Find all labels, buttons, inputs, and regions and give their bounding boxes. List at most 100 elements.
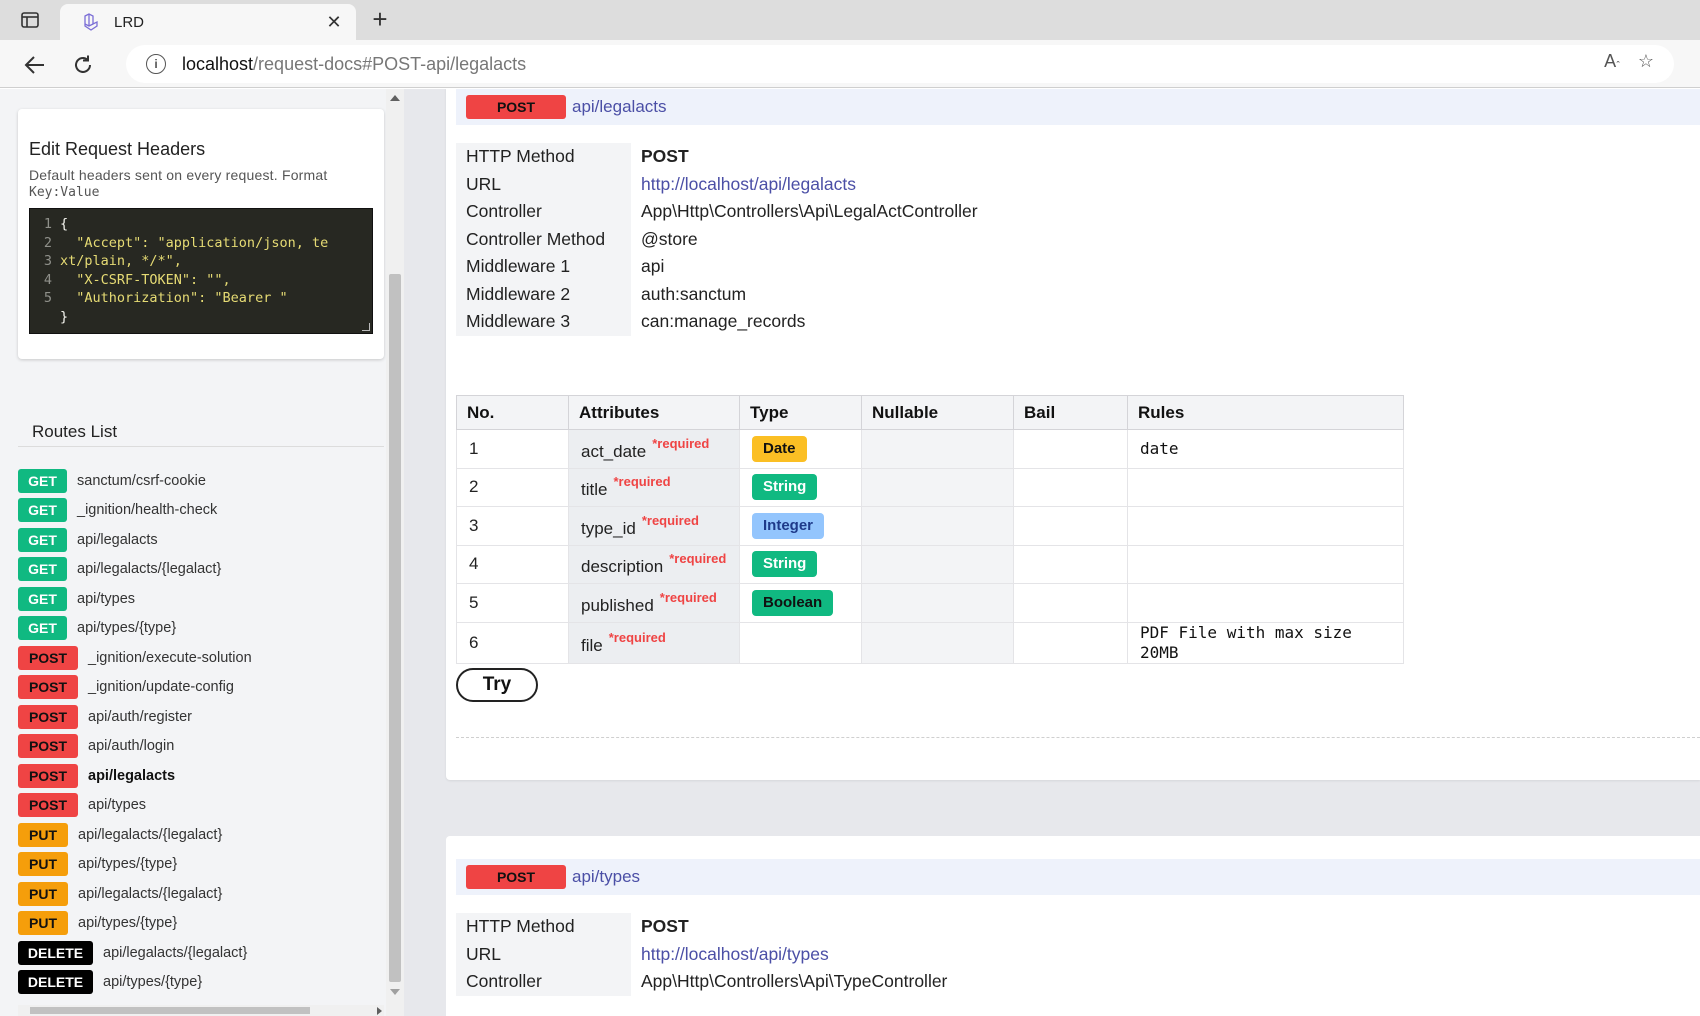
routes-list: GET sanctum/csrf-cookie GET _ignition/healt…	[18, 466, 384, 997]
type-cell: String	[739, 544, 862, 584]
route-item[interactable]: PUT api/legalacts/{legalact}	[18, 820, 384, 850]
endpoint-path[interactable]: api/types	[572, 867, 640, 887]
route-item[interactable]: POST _ignition/execute-solution	[18, 643, 384, 673]
sidebar-horizontal-scrollbar[interactable]	[18, 1005, 384, 1016]
headers-hint: Default headers sent on every request. F…	[29, 167, 328, 183]
bail-cell	[1013, 544, 1128, 584]
endpoint-url-link[interactable]: http://localhost/api/types	[631, 941, 957, 969]
type-badge: Integer	[752, 512, 825, 539]
headers-title: Edit Request Headers	[29, 139, 206, 159]
table-row: 6 file *required PDF File with max size 20M…	[456, 621, 1404, 664]
method-badge: PUT	[18, 911, 68, 936]
info-value: api	[641, 256, 665, 277]
editor-resize-handle[interactable]	[362, 323, 370, 331]
type-cell: Date	[739, 429, 862, 469]
left-sidebar: Edit Request Headers Default headers sen…	[0, 89, 404, 1016]
column-header: Bail	[1013, 395, 1128, 430]
try-button[interactable]: Try	[456, 668, 538, 702]
route-item[interactable]: POST api/legalacts	[18, 761, 384, 791]
row-number: 5	[456, 583, 569, 623]
method-badge: GET	[18, 468, 67, 493]
info-key: Middleware 2	[456, 280, 631, 308]
route-path: api/types/{type}	[78, 856, 178, 873]
route-item[interactable]: POST _ignition/update-config	[18, 673, 384, 703]
attributes-table: No. Attributes Type Nullable Bail Rules 1 act_…	[456, 395, 1404, 664]
url-input[interactable]: i localhost/request-docs#POST-api/legala…	[126, 45, 1674, 83]
laravel-favicon-icon	[82, 11, 104, 33]
row-number: 6	[456, 621, 569, 664]
line-number: 5	[43, 290, 52, 306]
route-item[interactable]: GET _ignition/health-check	[18, 496, 384, 526]
required-marker: *required	[613, 474, 671, 490]
bail-cell	[1013, 429, 1128, 469]
method-badge: POST	[18, 763, 78, 788]
info-key: Middleware 1	[456, 253, 631, 281]
nullable-cell	[861, 583, 1014, 623]
info-key: HTTP Method	[456, 913, 631, 941]
info-value: POST	[641, 146, 689, 167]
method-badge: DELETE	[18, 940, 93, 965]
route-item[interactable]: POST api/auth/login	[18, 732, 384, 762]
type-badge: String	[752, 474, 818, 501]
bail-cell	[1013, 583, 1128, 623]
route-item[interactable]: POST api/types	[18, 791, 384, 821]
route-path: _ignition/execute-solution	[88, 649, 252, 666]
horizontal-scrollbar-thumb[interactable]	[30, 1007, 310, 1014]
routes-list-title: Routes List	[32, 422, 118, 441]
attribute-name: description	[581, 557, 664, 577]
add-favorite-icon[interactable]: ☆	[1638, 51, 1654, 72]
route-item[interactable]: GET api/types/{type}	[18, 614, 384, 644]
route-item[interactable]: GET sanctum/csrf-cookie	[18, 466, 384, 496]
route-item[interactable]: DELETE api/legalacts/{legalact}	[18, 938, 384, 968]
info-value: can:manage_records	[641, 311, 806, 332]
row-number: 3	[456, 506, 569, 546]
scroll-down-icon[interactable]	[390, 989, 400, 995]
route-item[interactable]: PUT api/legalacts/{legalact}	[18, 879, 384, 909]
site-info-icon[interactable]: i	[146, 54, 166, 74]
method-badge: POST	[18, 734, 78, 759]
route-path: _ignition/update-config	[88, 679, 234, 696]
back-arrow-icon	[24, 56, 44, 74]
close-tab-icon[interactable]: ✕	[324, 12, 344, 33]
route-item[interactable]: GET api/legalacts	[18, 525, 384, 555]
route-path: api/legalacts/{legalact}	[78, 885, 223, 902]
back-button[interactable]	[20, 50, 50, 80]
route-item[interactable]: GET api/types	[18, 584, 384, 614]
method-badge: GET	[18, 527, 67, 552]
info-value: auth:sanctum	[641, 283, 747, 304]
column-header: Attributes	[568, 395, 740, 430]
read-aloud-icon[interactable]: Aꞈ	[1604, 51, 1620, 72]
route-path: sanctum/csrf-cookie	[77, 472, 206, 489]
info-row: URL http://localhost/api/types	[456, 940, 957, 969]
type-badge: String	[752, 551, 818, 578]
info-row: Middleware 2 auth:sanctum	[456, 280, 988, 308]
scroll-right-icon[interactable]	[377, 1007, 382, 1015]
browser-tab-active[interactable]: LRD ✕	[60, 4, 356, 40]
route-path: api/types	[77, 590, 136, 607]
endpoint-path[interactable]: api/legalacts	[572, 97, 667, 117]
editor-line: }	[30, 308, 372, 327]
route-item[interactable]: GET api/legalacts/{legalact}	[18, 555, 384, 585]
tab-actions-button[interactable]	[12, 8, 48, 32]
sidebar-scrollbar[interactable]	[386, 89, 404, 1016]
route-item[interactable]: PUT api/types/{type}	[18, 909, 384, 939]
endpoint-info-table: HTTP Method POST URL http://localhost/api/l…	[456, 143, 988, 336]
required-marker: *required	[652, 435, 710, 451]
info-row: HTTP Method POST	[456, 913, 957, 941]
line-number	[30, 308, 60, 327]
method-badge: PUT	[18, 881, 68, 906]
scroll-up-icon[interactable]	[390, 95, 400, 101]
endpoint-url-link[interactable]: http://localhost/api/legalacts	[631, 171, 988, 199]
attribute-cell: description *required	[568, 544, 740, 584]
nullable-cell	[861, 506, 1014, 546]
editor-line: 5 "Authorization": "Bearer "	[30, 289, 372, 308]
headers-editor[interactable]: 1{2 "Accept": "application/json, te 3 xt/p…	[29, 208, 373, 334]
refresh-button[interactable]	[68, 50, 98, 80]
new-tab-button[interactable]: +	[366, 6, 394, 34]
info-row: Middleware 1 api	[456, 253, 988, 281]
route-item[interactable]: POST api/auth/register	[18, 702, 384, 732]
route-item[interactable]: PUT api/types/{type}	[18, 850, 384, 880]
route-item[interactable]: DELETE api/types/{type}	[18, 968, 384, 998]
scrollbar-thumb[interactable]	[389, 274, 401, 982]
info-row: Middleware 3 can:manage_records	[456, 308, 988, 336]
